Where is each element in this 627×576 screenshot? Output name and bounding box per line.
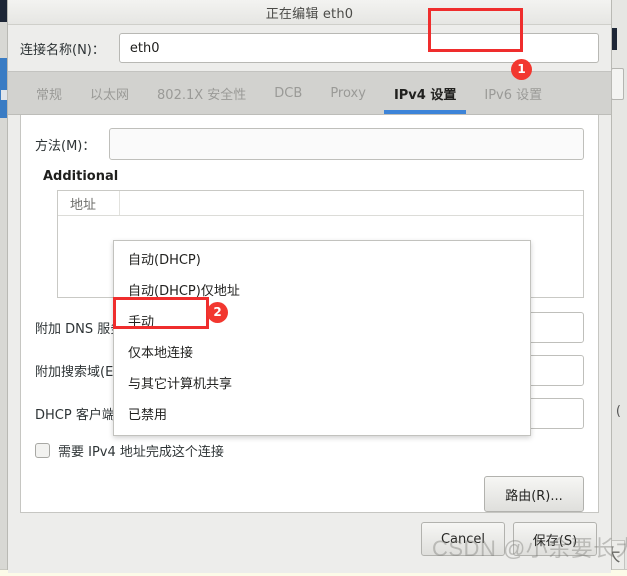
tab-ethernet[interactable]: 以太网 bbox=[76, 72, 143, 114]
background-scrollbar-thumb[interactable] bbox=[611, 68, 624, 100]
table-header-row: 地址 bbox=[58, 191, 583, 216]
additional-addresses-heading: Additional bbox=[43, 169, 119, 184]
tab-ipv6-settings[interactable]: IPv6 设置 bbox=[470, 72, 556, 114]
method-option-link-local-only[interactable]: 仅本地连接 bbox=[114, 338, 530, 369]
require-ipv4-label: 需要 IPv4 地址完成这个连接 bbox=[58, 445, 224, 460]
connection-name-input[interactable] bbox=[118, 33, 599, 63]
save-button[interactable]: 保存(S) bbox=[513, 522, 597, 556]
require-ipv4-row[interactable]: 需要 IPv4 地址完成这个连接 bbox=[35, 441, 584, 460]
edit-connection-dialog: 正在编辑 eth0 连接名称(N)： 常规 以太网 802.1X 安全性 DCB… bbox=[7, 0, 612, 573]
method-option-auto-dhcp-addresses-only[interactable]: 自动(DHCP)仅地址 bbox=[114, 276, 530, 307]
method-row: 方法(M)： bbox=[35, 128, 584, 160]
tab-ipv4-settings[interactable]: IPv4 设置 bbox=[380, 72, 470, 114]
method-option-auto-dhcp[interactable]: 自动(DHCP) bbox=[114, 245, 530, 276]
tab-dcb[interactable]: DCB bbox=[260, 72, 316, 114]
column-header-address: 地址 bbox=[58, 191, 120, 215]
require-ipv4-checkbox[interactable] bbox=[35, 443, 50, 458]
method-dropdown-popup[interactable]: 自动(DHCP) 自动(DHCP)仅地址 手动 仅本地连接 与其它计算机共享 已… bbox=[113, 240, 531, 436]
method-option-disabled[interactable]: 已禁用 bbox=[114, 400, 530, 431]
annotation-badge-2: 2 bbox=[207, 302, 228, 323]
routes-button[interactable]: 路由(R)... bbox=[484, 476, 584, 512]
annotation-badge-1: 1 bbox=[511, 59, 532, 80]
tab-general[interactable]: 常规 bbox=[22, 72, 76, 114]
background-partial-glyph: ( bbox=[615, 404, 621, 419]
dialog-action-bar: Cancel 保存(S) bbox=[8, 513, 611, 573]
cancel-button[interactable]: Cancel bbox=[421, 522, 505, 556]
ipv4-settings-panel: 方法(M)： Additional 地址 附加 DNS 服务器： 附加搜索域(E… bbox=[20, 115, 599, 513]
method-option-manual[interactable]: 手动 bbox=[114, 307, 530, 338]
method-option-shared-to-other-computers[interactable]: 与其它计算机共享 bbox=[114, 369, 530, 400]
dialog-title: 正在编辑 eth0 bbox=[265, 6, 354, 22]
method-label: 方法(M)： bbox=[35, 138, 96, 154]
method-combobox[interactable] bbox=[109, 128, 584, 160]
connection-name-label: 连接名称(N)： bbox=[20, 42, 105, 58]
dialog-titlebar: 正在编辑 eth0 bbox=[8, 0, 611, 25]
tab-8021x-security[interactable]: 802.1X 安全性 bbox=[143, 72, 260, 114]
tab-proxy[interactable]: Proxy bbox=[316, 72, 380, 114]
routes-button-row: 路由(R)... bbox=[35, 476, 584, 512]
